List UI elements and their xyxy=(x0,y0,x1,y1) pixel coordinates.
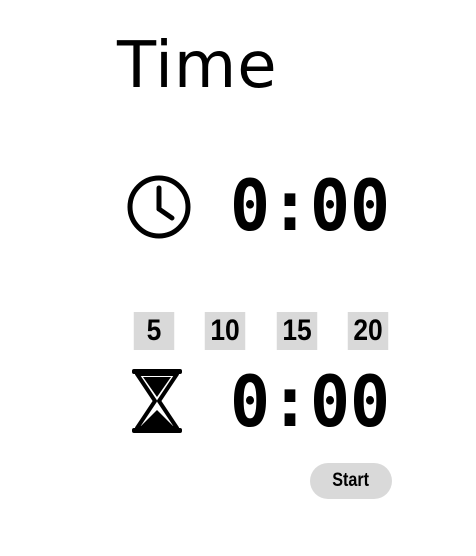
preset-15-button[interactable]: 15 xyxy=(276,312,318,350)
start-button[interactable]: Start xyxy=(310,463,392,499)
start-button-label: Start xyxy=(332,470,370,491)
clock-display: 0:00 xyxy=(230,172,390,238)
preset-10-button[interactable]: 10 xyxy=(204,312,246,350)
page-title: Time xyxy=(117,29,278,103)
timer-presets: 5 10 15 20 xyxy=(131,312,391,350)
hourglass-icon xyxy=(132,369,182,433)
clock-display-text: 0:00 xyxy=(230,172,390,238)
clock-icon xyxy=(127,175,191,239)
preset-5-button[interactable]: 5 xyxy=(133,312,175,350)
preset-20-button[interactable]: 20 xyxy=(347,312,389,350)
timer-display: 0:00 xyxy=(230,368,390,434)
timer-display-text: 0:00 xyxy=(230,368,390,434)
